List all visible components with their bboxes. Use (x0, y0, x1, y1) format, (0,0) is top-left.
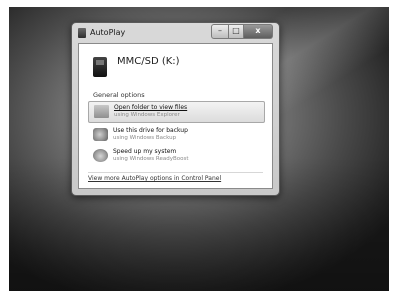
general-options-label: General options (93, 91, 145, 99)
backup-icon (93, 128, 108, 141)
drive-name: MMC/SD (K:) (117, 56, 180, 67)
readyboost-icon (93, 149, 108, 162)
autoplay-window[interactable]: AutoPlay – □ x MMC/SD (K:) General optio… (71, 22, 280, 196)
option-backup[interactable]: Use this drive for backup using Windows … (88, 125, 263, 145)
maximize-button[interactable]: □ (229, 24, 244, 39)
window-title: AutoPlay (90, 28, 126, 37)
minimize-button[interactable]: – (211, 24, 229, 39)
autoplay-content: MMC/SD (K:) General options Open folder … (78, 43, 273, 189)
option-title: Open folder to view files (114, 104, 188, 111)
title-bar[interactable]: AutoPlay – □ x (72, 23, 279, 43)
option-title: Use this drive for backup (113, 127, 188, 134)
option-subtitle: using Windows Backup (113, 135, 177, 141)
option-readyboost[interactable]: Speed up my system using Windows ReadyBo… (88, 146, 263, 166)
folder-icon (94, 105, 109, 118)
control-panel-link[interactable]: View more AutoPlay options in Control Pa… (88, 175, 221, 182)
divider (88, 172, 263, 173)
close-button[interactable]: x (244, 24, 273, 39)
option-subtitle: using Windows ReadyBoost (113, 156, 189, 162)
sd-card-icon (93, 57, 107, 77)
option-subtitle: using Windows Explorer (114, 112, 180, 118)
option-open-folder[interactable]: Open folder to view files using Windows … (88, 101, 265, 123)
caption-buttons: – □ x (211, 24, 273, 39)
option-title: Speed up my system (113, 148, 177, 155)
autoplay-app-icon (78, 28, 86, 38)
